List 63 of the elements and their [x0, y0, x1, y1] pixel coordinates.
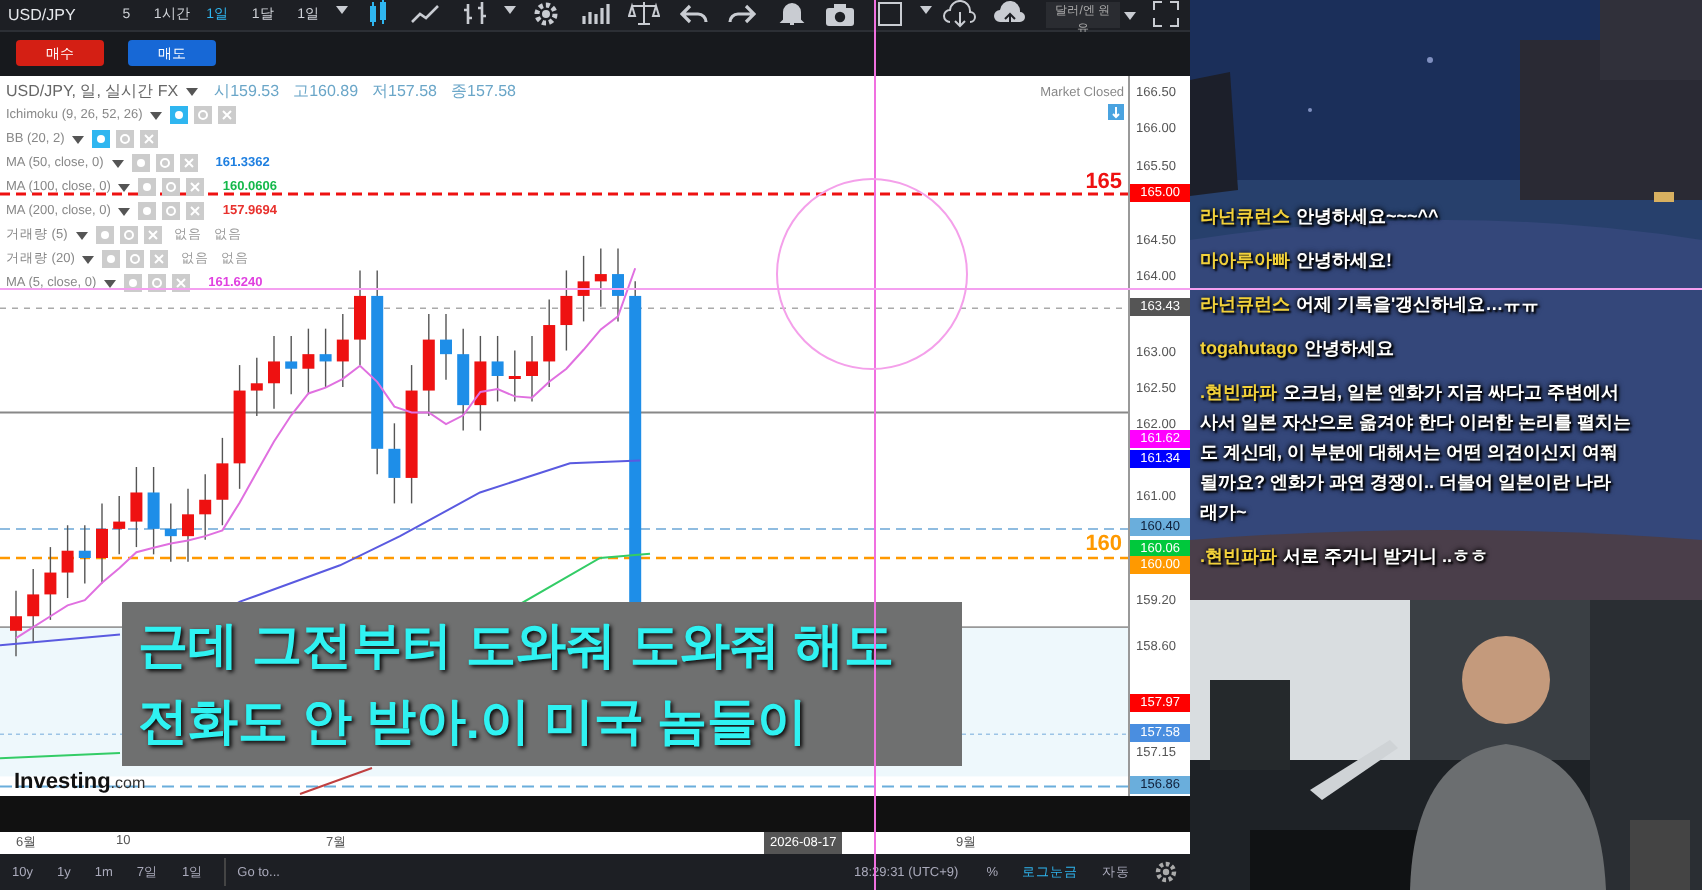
candle	[285, 334, 298, 395]
candle	[440, 312, 452, 380]
candle	[268, 334, 280, 409]
candle	[354, 268, 366, 365]
candle	[130, 465, 143, 547]
candle	[10, 589, 22, 657]
candle	[302, 327, 315, 395]
candle	[147, 465, 160, 555]
caret-icon[interactable]	[184, 83, 201, 100]
subtitle-text: 전화도 안 받아.이 미국 놈들이	[138, 692, 808, 754]
candle	[164, 501, 177, 562]
settings-icon[interactable]	[532, 0, 561, 29]
candle	[612, 247, 624, 322]
scale-icon[interactable]	[628, 0, 661, 29]
candle	[182, 487, 194, 562]
chart-title: USD/JPY, 일, 실시간 FX	[6, 80, 179, 103]
symbol-label[interactable]: USD/JPY	[0, 5, 104, 24]
level-label: 160	[1085, 531, 1123, 556]
candle	[44, 545, 57, 620]
candle	[508, 348, 521, 402]
candle	[319, 327, 332, 387]
candle	[457, 327, 470, 431]
candle	[594, 247, 607, 307]
redo-icon[interactable]	[728, 0, 757, 29]
candle	[474, 334, 487, 431]
candle	[336, 312, 349, 387]
candle	[113, 494, 126, 555]
bar-chart-icon[interactable]	[461, 0, 490, 29]
candle	[233, 363, 246, 489]
price-value: 고160.89	[293, 80, 359, 103]
caret-icon[interactable]	[148, 107, 165, 124]
candle	[526, 334, 538, 402]
square-icon[interactable]	[875, 0, 904, 29]
fullscreen-icon[interactable]	[1151, 0, 1180, 29]
column-chart-icon[interactable]	[579, 0, 612, 29]
candle	[96, 501, 108, 584]
candle	[577, 254, 590, 322]
candle	[388, 421, 401, 504]
camera-icon[interactable]	[824, 0, 857, 29]
undo-icon[interactable]	[679, 0, 708, 29]
price-line	[0, 625, 123, 628]
candle	[61, 523, 74, 598]
candle	[422, 312, 435, 416]
price-line	[0, 732, 123, 735]
candle	[250, 356, 263, 416]
moving-average-line	[299, 766, 373, 795]
price-value: 종157.58	[451, 80, 516, 103]
candle	[27, 567, 40, 642]
candle	[491, 334, 504, 402]
candle	[199, 472, 212, 540]
caret-icon[interactable]	[70, 131, 87, 148]
price-value: 저157.58	[372, 80, 437, 103]
cloud-download-icon[interactable]	[942, 0, 979, 29]
price-value: 시159.53	[214, 80, 280, 103]
candle	[543, 298, 556, 387]
candle	[216, 436, 229, 526]
level-label: 165	[1085, 169, 1123, 194]
candle	[78, 523, 91, 584]
candle	[560, 268, 573, 351]
bell-icon[interactable]	[777, 0, 806, 29]
moving-average-line	[0, 751, 121, 759]
candle	[405, 363, 418, 504]
settings-icon[interactable]	[1154, 860, 1178, 885]
